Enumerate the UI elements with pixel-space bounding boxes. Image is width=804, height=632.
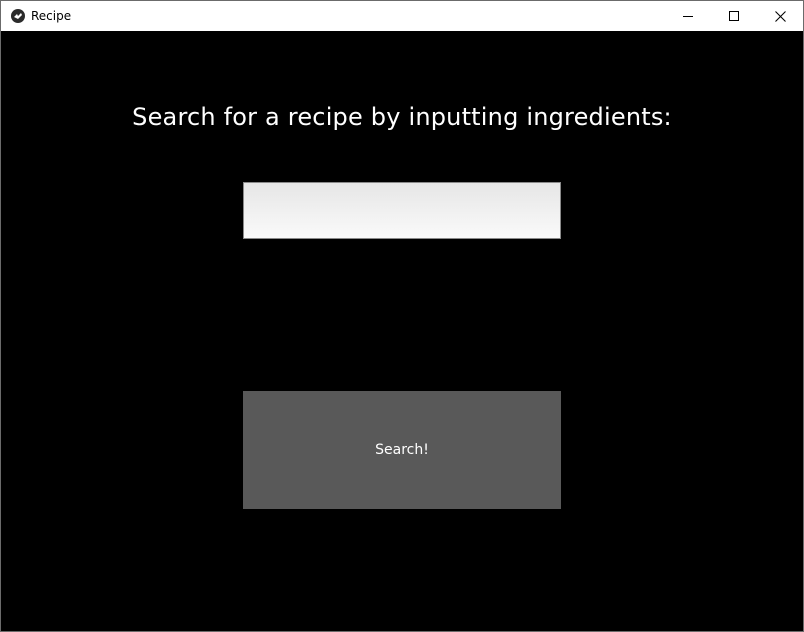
minimize-button[interactable] [665,1,711,31]
kivy-logo-icon [11,9,25,23]
search-button[interactable]: Search! [243,391,561,509]
close-button[interactable] [757,1,803,31]
page-heading: Search for a recipe by inputting ingredi… [132,103,672,131]
close-icon [774,10,786,22]
app-window: Recipe Search for a recipe by inputting [0,0,804,632]
maximize-icon [729,11,739,21]
window-title: Recipe [31,9,72,23]
maximize-button[interactable] [711,1,757,31]
minimize-icon [683,16,693,17]
ingredients-input[interactable] [243,182,561,239]
app-content: Search for a recipe by inputting ingredi… [1,31,803,631]
title-bar[interactable]: Recipe [1,1,803,31]
search-button-label: Search! [375,442,429,458]
window-controls [665,1,803,31]
